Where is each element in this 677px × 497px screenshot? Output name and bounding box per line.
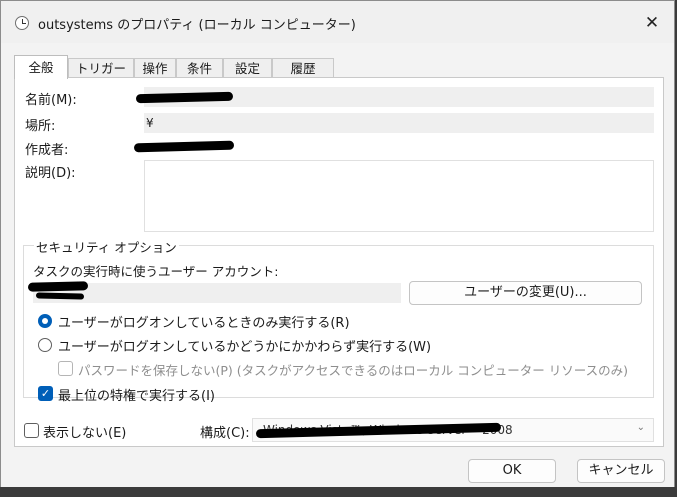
security-group-title: セキュリティ オプション <box>34 237 179 256</box>
no-store-password-label: パスワードを保存しない(P) (タスクがアクセスできるのはローカル コンピュータ… <box>78 363 628 378</box>
tab-conditions[interactable]: 条件 <box>176 58 223 78</box>
location-value: ¥ <box>146 116 154 130</box>
run-whether-logged-on-radio[interactable] <box>38 338 52 352</box>
hidden-checkbox[interactable] <box>24 423 39 438</box>
general-tab-panel: 名前(M): 場所: ¥ 作成者: 説明(D): セキュリティ オプション タス… <box>14 77 664 447</box>
redaction-mark <box>27 281 89 292</box>
tab-general[interactable]: 全般 <box>14 55 68 79</box>
tab-settings[interactable]: 設定 <box>223 58 272 78</box>
location-label: 場所: <box>25 119 56 134</box>
tab-triggers[interactable]: トリガー <box>68 58 134 78</box>
background-window-strip <box>0 487 677 497</box>
no-store-password-checkbox[interactable] <box>58 361 73 376</box>
highest-privileges-label: 最上位の特権で実行する(I) <box>58 389 215 404</box>
description-label: 説明(D): <box>25 166 76 181</box>
tab-history[interactable]: 履歴 <box>272 58 334 78</box>
redaction-mark <box>35 292 85 300</box>
redaction-mark <box>133 140 235 153</box>
task-clock-icon <box>15 16 29 30</box>
user-account-field[interactable] <box>33 283 401 303</box>
highest-privileges-checkbox[interactable]: ✓ <box>38 386 53 401</box>
properties-dialog: outsystems のプロパティ (ローカル コンピューター) ✕ 全般 トリ… <box>0 0 675 497</box>
tab-actions[interactable]: 操作 <box>134 58 176 78</box>
user-account-label: タスクの実行時に使うユーザー アカウント: <box>33 264 279 279</box>
security-options-group: セキュリティ オプション タスクの実行時に使うユーザー アカウント: ユーザーの… <box>23 237 654 404</box>
cancel-button[interactable]: キャンセル <box>577 459 665 483</box>
description-textarea[interactable] <box>144 160 654 232</box>
run-when-logged-on-label: ユーザーがログオンしているときのみ実行する(R) <box>58 316 350 331</box>
title-bar: outsystems のプロパティ (ローカル コンピューター) ✕ <box>1 1 674 43</box>
author-label: 作成者: <box>25 143 69 158</box>
location-field[interactable] <box>144 113 654 133</box>
run-whether-logged-on-label: ユーザーがログオンしているかどうかにかかわらず実行する(W) <box>58 340 432 355</box>
name-label: 名前(M): <box>25 93 77 108</box>
window-title: outsystems のプロパティ (ローカル コンピューター) <box>38 18 356 33</box>
chevron-down-icon: ⌄ <box>636 422 645 433</box>
hidden-label: 表示しない(E) <box>43 426 127 441</box>
ok-button[interactable]: OK <box>468 459 556 483</box>
config-label: 構成(C): <box>200 426 250 441</box>
run-when-logged-on-radio[interactable] <box>38 314 52 328</box>
change-user-button[interactable]: ユーザーの変更(U)... <box>409 281 642 305</box>
close-button[interactable]: ✕ <box>640 11 664 35</box>
